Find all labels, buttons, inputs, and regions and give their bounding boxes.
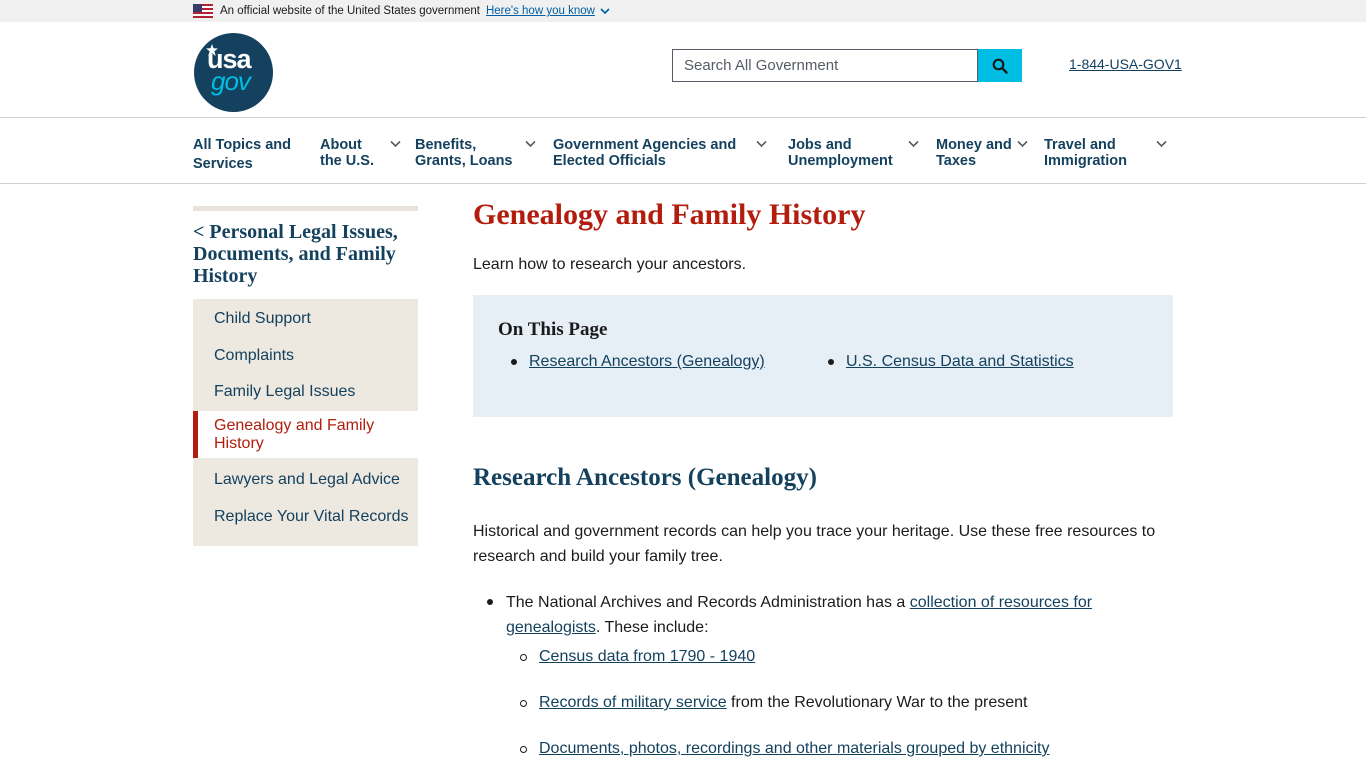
census-data-link[interactable]: Census data from 1790 - 1940	[539, 648, 755, 665]
sidebar-item-vital-records[interactable]: Replace Your Vital Records	[193, 498, 418, 546]
circle-bullet	[520, 654, 527, 661]
bullet-dot	[511, 359, 517, 365]
nav-label-line1: Jobs and	[788, 137, 852, 153]
nav-government-agencies[interactable]: Government Agencies and Elected Officials	[553, 137, 767, 169]
nav-label-line1: Money and	[936, 137, 1012, 153]
nav-label-line2: Services	[193, 156, 253, 172]
page-title: Genealogy and Family History	[473, 198, 866, 231]
official-text: An official website of the United States…	[220, 5, 480, 17]
search-button[interactable]	[978, 49, 1022, 82]
chevron-down-icon	[600, 7, 610, 14]
chevron-down-icon	[756, 140, 767, 148]
official-banner: An official website of the United States…	[0, 0, 1366, 22]
list-item-text: The National Archives and Records Admini…	[506, 594, 910, 611]
chevron-down-icon	[390, 140, 401, 148]
nav-label-line2: the U.S.	[320, 153, 374, 169]
list-item-text: . These include:	[595, 619, 709, 636]
nav-all-topics[interactable]: All Topics and Services	[193, 137, 291, 172]
otp-link-label: Research Ancestors (Genealogy)	[529, 353, 765, 370]
chevron-down-icon	[1017, 140, 1028, 148]
bullet-dot	[828, 359, 834, 365]
sidebar-item-child-support[interactable]: Child Support	[193, 299, 418, 338]
heres-how-you-know-link[interactable]: Here's how you know	[486, 5, 610, 17]
phone-link[interactable]: 1-844-USA-GOV1	[1069, 56, 1182, 72]
circle-bullet	[520, 746, 527, 753]
sidebar-item-complaints[interactable]: Complaints	[193, 338, 418, 374]
section-paragraph: Historical and government records can he…	[473, 523, 1156, 565]
nav-label-line1: All Topics and	[193, 137, 292, 153]
logo-gov-text: gov	[211, 66, 251, 96]
sub-list-item: Census data from 1790 - 1940	[520, 647, 755, 667]
sub-list-item: Records of military service from the Rev…	[520, 693, 1027, 713]
nav-label-line1: About	[320, 137, 362, 153]
usagov-logo[interactable]: usa gov	[194, 33, 273, 112]
sidebar-item-family-legal-issues[interactable]: Family Legal Issues	[193, 374, 418, 411]
nav-about-us[interactable]: About the U.S.	[320, 137, 401, 169]
sub-list-item: Documents, photos, recordings and other …	[520, 739, 1050, 759]
nav-label-line1: Government Agencies and	[553, 137, 737, 153]
nav-label-line1: Benefits,	[415, 137, 477, 153]
on-this-page-title: On This Page	[498, 319, 608, 340]
sidebar-item-genealogy[interactable]: Genealogy and Family History	[193, 411, 418, 458]
otp-link-research-ancestors[interactable]: Research Ancestors (Genealogy)	[511, 353, 765, 371]
nav-label-line2: Grants, Loans	[415, 153, 513, 169]
search-input[interactable]	[672, 49, 978, 82]
primary-nav: All Topics and Services About the U.S. Ben…	[0, 118, 1366, 184]
on-this-page-box: On This Page Research Ancestors (Genealo…	[473, 295, 1173, 417]
heres-how-you-know-label: Here's how you know	[485, 5, 595, 17]
chevron-down-icon	[908, 140, 919, 148]
page-lead: Learn how to research your ancestors.	[473, 256, 747, 273]
nav-label-line2: Unemployment	[788, 153, 893, 169]
nav-travel-immigration[interactable]: Travel and Immigration	[1044, 137, 1167, 169]
circle-bullet	[520, 700, 527, 707]
chevron-down-icon	[525, 140, 536, 148]
search-form	[672, 49, 1022, 82]
otp-link-census-data[interactable]: U.S. Census Data and Statistics	[828, 353, 1074, 371]
nav-label-line1: Travel and	[1044, 137, 1116, 153]
nav-benefits[interactable]: Benefits, Grants, Loans	[415, 137, 536, 169]
site-header: usa gov 1-844-USA-GOV1	[0, 22, 1366, 118]
nav-money-taxes[interactable]: Money and Taxes	[936, 137, 1028, 169]
section-title-research-ancestors: Research Ancestors (Genealogy)	[473, 464, 817, 491]
nav-label-line2: Taxes	[936, 153, 977, 169]
sidebar-back-link[interactable]: < Personal Legal Issues, Documents, and …	[193, 221, 418, 287]
sidebar-list: Child Support Complaints Family Legal Is…	[193, 299, 418, 546]
sidebar-item-lawyers[interactable]: Lawyers and Legal Advice	[193, 458, 418, 498]
nav-jobs[interactable]: Jobs and Unemployment	[788, 137, 919, 169]
otp-link-label: U.S. Census Data and Statistics	[846, 353, 1074, 370]
sidebar: < Personal Legal Issues, Documents, and …	[193, 206, 418, 546]
chevron-down-icon	[1156, 140, 1167, 148]
sub-item-text: from the Revolutionary War to the presen…	[726, 694, 1028, 711]
bullet-dot	[487, 599, 493, 605]
nav-label-line2: Elected Officials	[553, 153, 666, 169]
us-flag-icon	[193, 4, 213, 18]
nav-label-line2: Immigration	[1044, 153, 1127, 169]
list-item: The National Archives and Records Admini…	[486, 590, 1146, 640]
search-icon	[992, 58, 1008, 74]
military-records-link[interactable]: Records of military service	[539, 694, 727, 711]
ethnicity-materials-link[interactable]: Documents, photos, recordings and other …	[539, 740, 1050, 757]
